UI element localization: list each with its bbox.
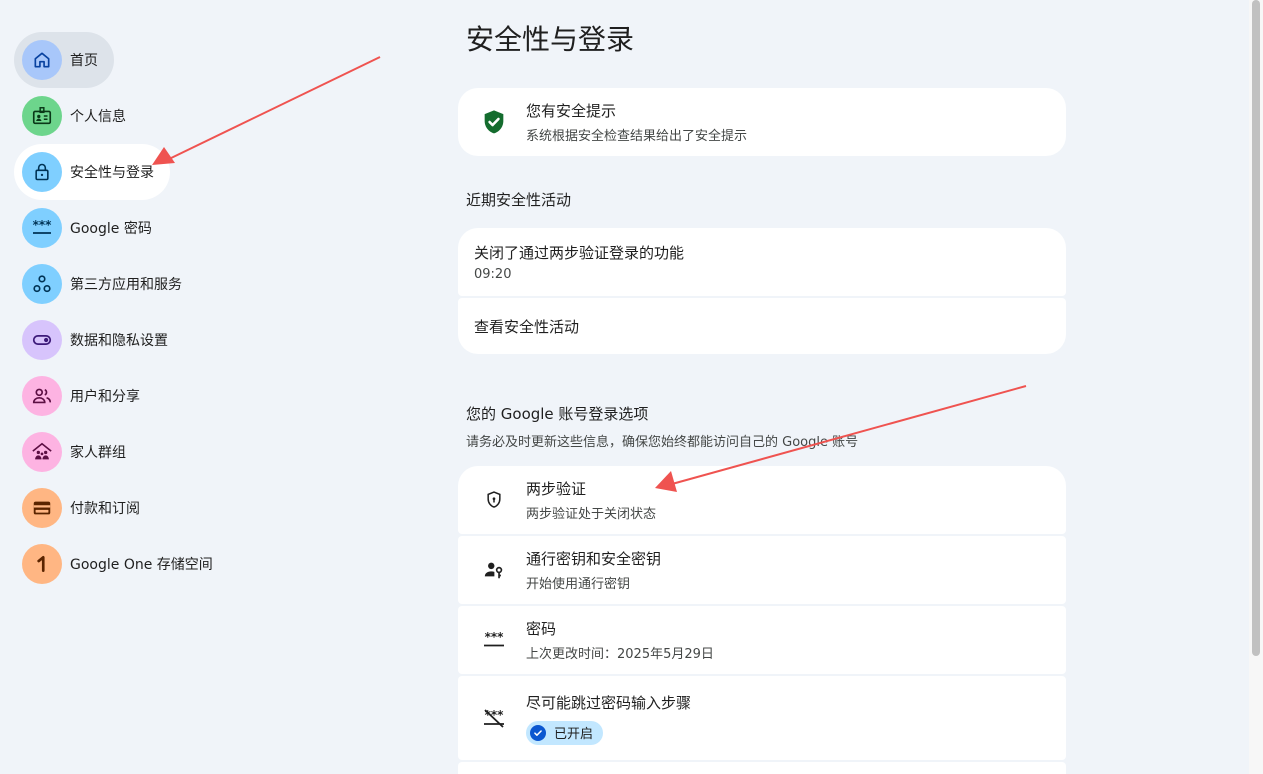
security-alert-card[interactable]: 您有安全提示 系统根据安全检查结果给出了安全提示	[458, 88, 1066, 156]
shield-check-icon	[480, 108, 508, 136]
option-subtitle: 开始使用通行密钥	[526, 577, 631, 592]
sidebar-item-label: 用户和分享	[70, 389, 140, 405]
svg-text:***: ***	[485, 630, 505, 644]
signin-options-title: 您的 Google 账号登录选项	[466, 405, 649, 423]
sidebar-item-label: 首页	[70, 53, 98, 69]
passkeys-row[interactable]: 通行密钥和安全密钥 开始使用通行密钥	[458, 536, 1066, 604]
scrollbar-thumb[interactable]	[1252, 0, 1260, 656]
sidebar-item-google-password[interactable]: *** Google 密码	[14, 200, 214, 256]
sidebar-item-third-party[interactable]: 第三方应用和服务	[14, 256, 214, 312]
lock-icon	[22, 152, 62, 192]
toggle-icon	[22, 320, 62, 360]
home-icon	[22, 40, 62, 80]
activity-event-title: 关闭了通过两步验证登录的功能	[474, 244, 685, 262]
option-title: 尽可能跳过密码输入步骤	[526, 693, 692, 712]
alert-title: 您有安全提示	[526, 102, 617, 120]
password-icon: ***	[22, 208, 62, 248]
sidebar-nav: 首页 个人信息 安全性与登录 *** Google 密码 第三方应用和服务 数据…	[14, 32, 214, 592]
sidebar-item-personal-info[interactable]: 个人信息	[14, 88, 214, 144]
people-icon	[22, 376, 62, 416]
password-row[interactable]: *** 密码 上次更改时间：2025年5月29日	[458, 606, 1066, 674]
sidebar-item-label: 付款和订阅	[70, 501, 140, 517]
sidebar-item-label: 第三方应用和服务	[70, 277, 182, 293]
badge-label: 已开启	[554, 727, 594, 742]
family-icon	[22, 432, 62, 472]
sidebar-item-security[interactable]: 安全性与登录	[14, 144, 170, 200]
signin-options-subtitle: 请务必及时更新这些信息，确保您始终都能访问自己的 Google 账号	[466, 435, 859, 450]
next-option-row[interactable]	[458, 762, 1066, 774]
sidebar-item-label: 个人信息	[70, 109, 126, 125]
page-title: 安全性与登录	[466, 23, 635, 56]
view-activity-label: 查看安全性活动	[474, 317, 580, 336]
svg-text:***: ***	[33, 218, 53, 232]
sidebar-item-people-sharing[interactable]: 用户和分享	[14, 368, 214, 424]
option-title: 两步验证	[526, 480, 587, 498]
sidebar-item-data-privacy[interactable]: 数据和隐私设置	[14, 312, 214, 368]
id-card-icon	[22, 96, 62, 136]
sidebar-item-label: 数据和隐私设置	[70, 333, 168, 349]
check-circle-icon	[530, 724, 546, 741]
recent-activity-title: 近期安全性活动	[466, 191, 572, 209]
status-badge: 已开启	[526, 720, 604, 745]
sidebar-item-label: 安全性与登录	[70, 165, 154, 181]
sidebar-item-home[interactable]: 首页	[14, 32, 114, 88]
password-off-icon: ***	[482, 706, 506, 730]
sidebar-item-label: Google 密码	[70, 221, 152, 237]
alert-subtitle: 系统根据安全检查结果给出了安全提示	[526, 129, 748, 144]
sidebar-item-google-one[interactable]: Google One 存储空间	[14, 536, 214, 592]
sidebar-item-label: Google One 存储空间	[70, 557, 213, 573]
skip-password-row[interactable]: *** 尽可能跳过密码输入步骤 已开启	[458, 676, 1066, 760]
google-one-icon	[22, 544, 62, 584]
wallet-icon	[22, 488, 62, 528]
apps-icon	[22, 264, 62, 304]
view-security-activity-link[interactable]: 查看安全性活动	[458, 298, 1066, 354]
recent-activity-item[interactable]: 关闭了通过两步验证登录的功能 09:20	[458, 228, 1066, 296]
sidebar-item-label: 家人群组	[70, 445, 126, 461]
sidebar-item-family[interactable]: 家人群组	[14, 424, 214, 480]
vertical-scrollbar[interactable]	[1249, 0, 1263, 774]
option-title: 通行密钥和安全密钥	[526, 550, 662, 568]
two-step-verification-row[interactable]: 两步验证 两步验证处于关闭状态	[458, 466, 1066, 534]
password-icon: ***	[482, 628, 506, 652]
shield-lock-icon	[482, 488, 506, 512]
person-key-icon	[482, 558, 506, 582]
activity-event-time: 09:20	[474, 267, 512, 282]
option-title: 密码	[526, 620, 557, 638]
sidebar-item-payments[interactable]: 付款和订阅	[14, 480, 214, 536]
option-subtitle: 上次更改时间：2025年5月29日	[526, 647, 714, 662]
option-subtitle: 两步验证处于关闭状态	[526, 507, 657, 522]
